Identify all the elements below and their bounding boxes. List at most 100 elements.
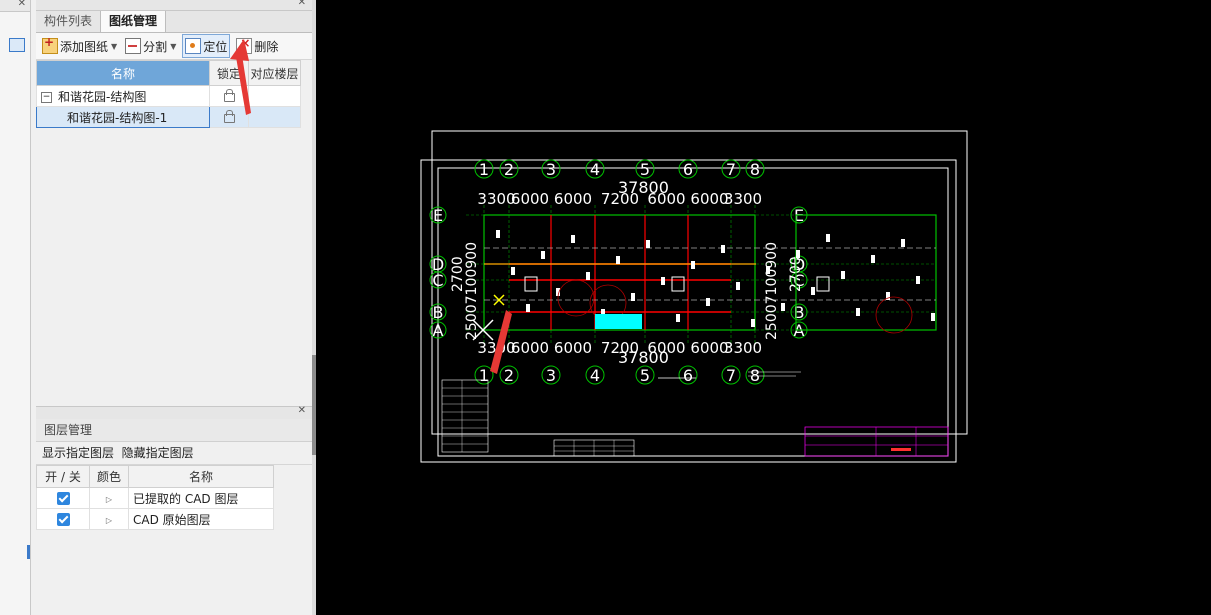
column-mark [586,272,590,280]
column-mark [541,251,545,259]
layer-actions: 显示指定图层 隐藏指定图层 [36,442,312,465]
column-mark [811,287,815,295]
column-header-name[interactable]: 名称 [36,60,210,86]
axis-label: 8 [750,160,760,179]
column-mark [871,255,875,263]
add-drawing-icon [42,35,58,54]
axis-label: 1 [479,366,489,385]
column-mark [526,304,530,312]
split-button[interactable]: 分割 ▼ [123,35,178,57]
layer-toggle-cell[interactable] [36,508,90,530]
strip-marker [27,545,30,559]
layer-visible-checkbox[interactable] [56,492,70,505]
column-mark [916,276,920,284]
column-mark [676,314,680,322]
axis-label: 3 [546,160,556,179]
layer-panel-titlebar: ✕ [36,405,312,419]
outer-wall-east [795,214,937,331]
drawing-name-cell[interactable]: − 和谐花园-结构图 [36,85,210,107]
split-label: 分割 [143,39,168,54]
column-mark [781,303,785,311]
column-mark [736,282,740,290]
column-mark [826,234,830,242]
axis-label: 4 [590,366,600,385]
axis-grid [466,205,936,345]
column-mark [571,235,575,243]
cad-drawing[interactable]: 12345678 12345678 EDCBA EDCBA 33006000 60… [316,0,1211,615]
stair-box [524,276,538,292]
axis-label: E [433,206,443,225]
collapse-icon[interactable]: − [41,91,52,103]
column-mark [796,250,800,258]
axis-label: 7 [726,366,736,385]
column-mark [511,267,515,275]
close-icon[interactable]: ✕ [298,405,306,416]
arc-mark [557,279,595,317]
dimension-label: 3300 [724,339,762,357]
column-mark [616,256,620,264]
column-mark [931,313,935,321]
axis-label: 3 [546,366,556,385]
layer-visible-checkbox[interactable] [56,513,70,526]
column-mark [646,240,650,248]
layer-color-cell[interactable]: ▷ [89,508,129,530]
column-header-layer-name: 名称 [128,465,274,488]
column-mark [631,293,635,301]
title-block [804,426,949,457]
close-icon[interactable]: ✕ [18,0,26,9]
split-icon [125,38,142,54]
dimension-label: 3300 [477,190,515,208]
axis-label: 8 [750,366,760,385]
dropdown-arrow-icon[interactable]: ▼ [111,42,117,51]
panel-tabs: 构件列表 图纸管理 [36,11,312,33]
layer-name: CAD 原始图层 [128,508,274,530]
panel-toggle-icon[interactable] [9,38,25,52]
dimension-label: 6000 [511,190,549,208]
layer-toggle-cell[interactable] [36,487,90,509]
dimension-label: 6000 [690,339,728,357]
schedule-table-bottom [553,439,635,457]
column-mark [721,245,725,253]
axis-label: 6 [683,160,693,179]
layer-management-panel: ✕ 图层管理 显示指定图层 隐藏指定图层 开 / 关 颜色 名称 ▷ 已提取的 … [36,405,312,615]
column-mark [706,298,710,306]
axis-label: A [433,321,444,340]
column-labels-bottom: 12 3 4 5 6 78 [474,365,765,385]
tab-drawing-management[interactable]: 图纸管理 [100,11,167,32]
stair-box [671,276,685,292]
column-mark [856,308,860,316]
total-dimension-top: 37800 [618,178,669,197]
layer-row[interactable]: ▷ 已提取的 CAD 图层 [36,487,274,509]
drawing-name-cell[interactable]: 和谐花园-结构图-1 [36,106,210,128]
dimension-label: 6000 [690,190,728,208]
drawing-name: 和谐花园-结构图-1 [67,110,168,125]
axis-label: C [432,271,443,290]
axis-label: 6 [683,366,693,385]
dropdown-arrow-icon[interactable]: ▼ [170,42,176,51]
cad-canvas[interactable]: 12345678 12345678 EDCBA EDCBA 3300 6000 60… [230,0,1211,615]
column-header-toggle: 开 / 关 [36,465,90,488]
add-drawing-button[interactable]: 添加图纸 ▼ [40,35,119,57]
locate-icon [185,38,202,54]
left-strip-header: ✕ [0,0,30,12]
highlighted-element[interactable] [595,314,642,329]
total-dimension-bottom: 37800 [618,348,669,367]
layer-table: 开 / 关 颜色 名称 ▷ 已提取的 CAD 图层 ▷ CAD 原始图层 [36,465,274,530]
column-mark [841,271,845,279]
left-side-strip: ✕ [0,0,31,615]
layer-row[interactable]: ▷ CAD 原始图层 [36,508,274,530]
column-mark [496,230,500,238]
toolbar-pointer-arrow-icon [230,39,251,115]
left-dimension-text-2: 2700 [450,256,466,292]
tab-component-list[interactable]: 构件列表 [36,11,100,32]
axis-label: 5 [640,366,650,385]
expand-arrow-icon[interactable]: ▷ [106,516,112,525]
hide-layer-link[interactable]: 隐藏指定图层 [122,446,194,460]
layer-color-cell[interactable]: ▷ [89,487,129,509]
drawing-name: 和谐花园-结构图 [58,89,147,104]
expand-arrow-icon[interactable]: ▷ [106,495,112,504]
stair-box [816,276,830,292]
add-drawing-label: 添加图纸 [60,39,109,54]
show-layer-link[interactable]: 显示指定图层 [42,446,114,460]
close-icon[interactable]: ✕ [298,0,306,8]
